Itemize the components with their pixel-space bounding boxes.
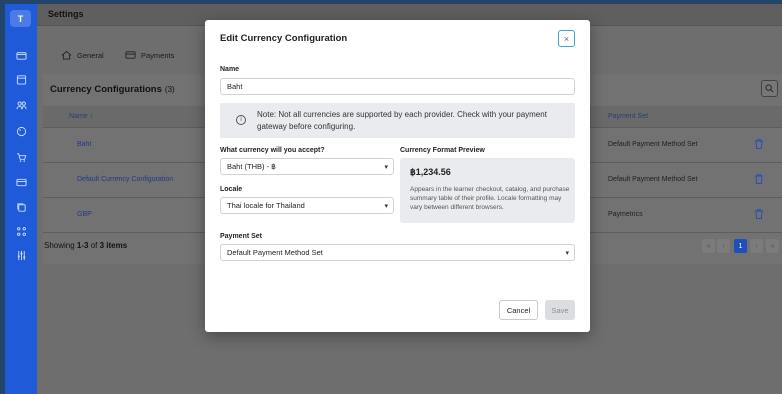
page-1-button[interactable]: 1 bbox=[734, 239, 747, 253]
currency-select-value: Baht (THB) - ฿ bbox=[227, 162, 276, 171]
search-icon bbox=[765, 84, 774, 93]
wallet-icon[interactable] bbox=[13, 48, 29, 62]
card-title: Currency Configurations (3) bbox=[50, 84, 175, 95]
home-icon bbox=[61, 50, 72, 60]
palette-icon[interactable] bbox=[13, 124, 29, 138]
showing-mid: of bbox=[88, 241, 100, 250]
tab-payments[interactable]: Payments bbox=[125, 50, 174, 60]
row-payment-set: Default Payment Method Set bbox=[608, 176, 698, 183]
trash-icon[interactable] bbox=[753, 208, 765, 220]
screen: T Settings General Payments Currency Con… bbox=[0, 0, 782, 394]
sidebar: T bbox=[5, 4, 37, 394]
modal-title: Edit Currency Configuration bbox=[220, 33, 348, 44]
column-header-name[interactable]: Name ↑ bbox=[69, 113, 93, 120]
preview-label: Currency Format Preview bbox=[400, 147, 485, 154]
row-name-link[interactable]: Baht bbox=[77, 141, 91, 148]
row-name-link[interactable]: GBP bbox=[77, 211, 92, 218]
preview-amount: ฿1,234.56 bbox=[410, 167, 451, 177]
name-label: Name bbox=[220, 66, 240, 73]
provider-note: i Note: Not all currencies are supported… bbox=[220, 103, 575, 138]
locale-label: Locale bbox=[220, 186, 243, 193]
trash-icon[interactable] bbox=[753, 138, 765, 150]
tab-general[interactable]: General bbox=[61, 50, 104, 60]
network-icon[interactable] bbox=[13, 224, 29, 238]
tab-payments-label: Payments bbox=[141, 50, 175, 60]
item-count: (3) bbox=[164, 85, 175, 94]
column-header-payment-set[interactable]: Payment Set bbox=[608, 113, 648, 120]
search-button[interactable] bbox=[761, 80, 778, 97]
currency-preview: ฿1,234.56 Appears in the learner checkou… bbox=[400, 158, 575, 223]
chevron-down-icon: ▾ bbox=[384, 164, 388, 171]
payment-set-select-value: Default Payment Method Set bbox=[227, 248, 323, 257]
row-name-link[interactable]: Default Currency Configuration bbox=[77, 176, 173, 183]
locale-select-value: Thai locale for Thailand bbox=[227, 201, 305, 210]
card-title-text: Currency Configurations bbox=[50, 84, 162, 95]
next-page-button[interactable]: › bbox=[750, 239, 763, 253]
page-title: Settings bbox=[48, 9, 84, 19]
save-button[interactable]: Save bbox=[545, 300, 575, 320]
trash-icon[interactable] bbox=[753, 173, 765, 185]
showing-prefix: Showing bbox=[44, 241, 77, 250]
payment-set-select[interactable]: Default Payment Method Set ▾ bbox=[220, 244, 575, 261]
cart-icon[interactable] bbox=[13, 150, 29, 164]
last-page-button[interactable]: » bbox=[766, 239, 779, 253]
info-icon: i bbox=[236, 115, 246, 125]
row-payment-set: Paymetrics bbox=[608, 211, 643, 218]
row-payment-set: Default Payment Method Set bbox=[608, 141, 698, 148]
close-icon: × bbox=[563, 33, 570, 44]
app-logo[interactable]: T bbox=[10, 10, 31, 27]
showing-range: 1-3 bbox=[76, 241, 89, 250]
tab-general-label: General bbox=[77, 50, 104, 60]
showing-items-text: Showing 1-3 of 3 items bbox=[44, 241, 127, 250]
name-input[interactable]: Baht bbox=[220, 78, 575, 95]
chevron-down-icon: ▾ bbox=[565, 250, 569, 257]
currency-select[interactable]: Baht (THB) - ฿ ▾ bbox=[220, 158, 394, 175]
close-button[interactable]: × bbox=[558, 30, 575, 47]
calendar-icon[interactable] bbox=[13, 72, 29, 86]
preview-description: Appears in the learner checkout, catalog… bbox=[410, 186, 570, 211]
cancel-button[interactable]: Cancel bbox=[499, 300, 538, 320]
chevron-down-icon: ▾ bbox=[384, 203, 388, 210]
edit-currency-modal: Edit Currency Configuration × Name Baht … bbox=[205, 20, 590, 332]
copy-icon[interactable] bbox=[13, 200, 29, 214]
sliders-icon[interactable] bbox=[13, 248, 29, 262]
prev-page-button[interactable]: ‹ bbox=[717, 239, 730, 253]
first-page-button[interactable]: « bbox=[702, 239, 715, 253]
showing-total: 3 items bbox=[99, 241, 128, 250]
users-icon[interactable] bbox=[13, 98, 29, 112]
locale-select[interactable]: Thai locale for Thailand ▾ bbox=[220, 197, 394, 214]
card-icon bbox=[125, 51, 136, 59]
currency-label: What currency will you accept? bbox=[220, 147, 325, 154]
card-icon[interactable] bbox=[13, 175, 29, 189]
payment-set-label: Payment Set bbox=[220, 233, 263, 240]
note-text: Note: Not all currencies are supported b… bbox=[257, 110, 547, 131]
